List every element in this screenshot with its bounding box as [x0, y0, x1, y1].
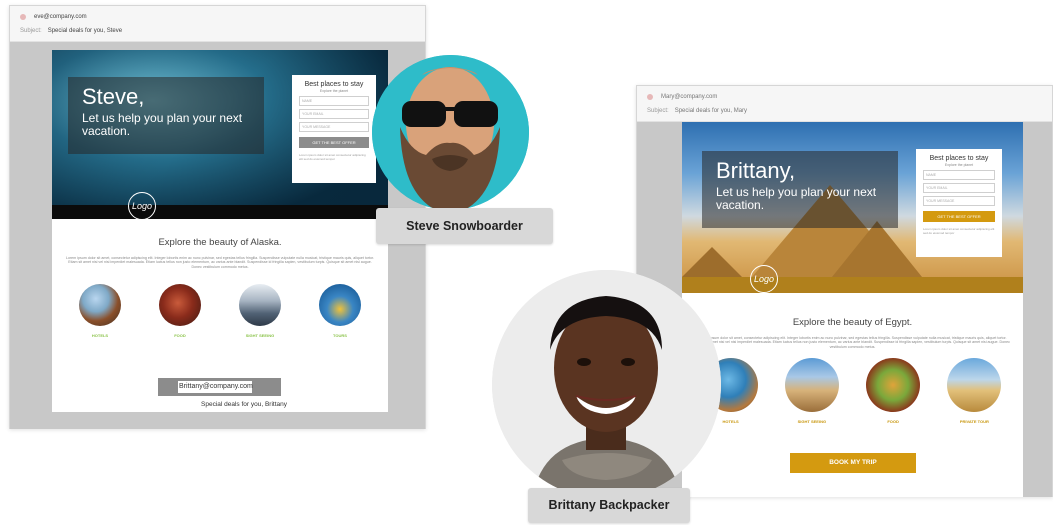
category-label: FOOD [174, 333, 186, 339]
category-label: PRIVATE TOUR [959, 419, 989, 425]
recipient-email-field[interactable]: Brittany@company.com [178, 381, 253, 393]
greeting-subtext: Let us help you plan your next vacation. [82, 111, 243, 138]
message-field[interactable]: YOUR MESSAGE [299, 122, 369, 132]
pyramid-shape [832, 221, 922, 277]
persona-label-brittany: Brittany Backpacker [528, 488, 690, 523]
category-row: HOTELS FOOD SIGHT SEEING TOURS [52, 284, 388, 338]
overlay-subject: Special deals for you, Brittany [201, 401, 287, 408]
avatar-brittany [492, 270, 721, 499]
book-my-trip-button[interactable]: BOOK MY TRIP [790, 453, 916, 473]
category-label: HOTELS [91, 333, 109, 339]
email-field[interactable]: YOUR EMAIL [299, 109, 369, 119]
brittany-portrait-icon [492, 270, 721, 499]
greeting-box: Brittany, Let us help you plan your next… [702, 151, 898, 228]
name-field[interactable]: NAME [299, 96, 369, 106]
sender-avatar-icon [647, 94, 653, 100]
hotels-photo [79, 284, 121, 327]
persona-label-steve: Steve Snowboarder [376, 208, 553, 244]
email-window-steve: eve@company.com Subject: Special deals f… [9, 5, 426, 429]
explore-heading: Explore the beauty of Egypt. [792, 317, 913, 328]
form-title: Best places to stay [929, 155, 989, 162]
food-photo [866, 358, 921, 413]
message-field[interactable]: YOUR MESSAGE [923, 196, 995, 206]
subject-line: Special deals for you, Mary [674, 108, 748, 114]
greeting-name: Steve, [82, 84, 145, 109]
name-field[interactable]: NAME [923, 170, 995, 180]
steve-portrait-icon [372, 55, 529, 210]
form-note: Lorem ipsum dolor sit amet consectetur a… [299, 153, 366, 161]
subject-key: Subject: [20, 28, 42, 34]
subject-line: Special deals for you, Steve [47, 28, 123, 34]
form-subtitle: Explore the planet [944, 163, 974, 167]
email-content: Brittany, Let us help you plan your next… [682, 122, 1023, 497]
email-header: Mary@company.com Subject: Special deals … [637, 86, 1052, 122]
travel-logo: Logo [128, 192, 156, 219]
get-offer-button[interactable]: GET THE BEST OFFER [299, 137, 369, 148]
greeting-subtext: Let us help you plan your next vacation. [716, 185, 877, 212]
body-paragraph: Lorem ipsum dolor sit amet, consectetur … [695, 336, 1010, 349]
category-private-tour[interactable]: PRIVATE TOUR [942, 358, 1006, 424]
form-note: Lorem ipsum dolor sit amet consectetur a… [923, 227, 995, 235]
avatar-steve [372, 55, 529, 210]
from-address: eve@company.com [34, 14, 87, 20]
email-header: eve@company.com Subject: Special deals f… [10, 6, 425, 42]
subject-key: Subject: [647, 108, 669, 114]
category-food[interactable]: FOOD [861, 358, 925, 424]
food-photo [159, 284, 201, 327]
hero-image-ice-cave: Steve, Let us help you plan your next va… [52, 50, 388, 219]
body-paragraph: Lorem ipsum dolor sit amet, consectetur … [65, 256, 375, 269]
signup-form: Best places to stay Explore the planet N… [916, 149, 1002, 257]
signup-form: Best places to stay Explore the planet N… [292, 75, 376, 183]
form-title: Best places to stay [304, 81, 364, 88]
recipient-email-bar: Brittany@company.com [158, 378, 281, 396]
private-tour-photo [947, 358, 1002, 413]
stage: eve@company.com Subject: Special deals f… [0, 0, 1053, 525]
category-row: HOTELS SIGHT SEEING FOOD PRIVATE TOUR [682, 358, 1023, 424]
from-address: Mary@company.com [661, 94, 718, 100]
greeting-box: Steve, Let us help you plan your next va… [68, 77, 264, 154]
explore-heading: Explore the beauty of Alaska. [158, 237, 282, 248]
pyramid-shape [682, 247, 742, 277]
tours-photo [319, 284, 361, 327]
email-field[interactable]: YOUR EMAIL [923, 183, 995, 193]
category-label: SIGHT SEEING [245, 333, 275, 339]
greeting-name: Brittany, [716, 158, 796, 183]
travel-logo: Logo [750, 265, 778, 293]
email-content: Steve, Let us help you plan your next va… [52, 50, 388, 412]
sightseeing-photo [784, 358, 839, 413]
category-label: TOURS [333, 333, 347, 339]
category-hotels[interactable]: HOTELS [68, 284, 132, 338]
category-label: HOTELS [722, 419, 739, 425]
sightseeing-photo [239, 284, 281, 327]
category-label: SIGHT SEEING [797, 419, 827, 425]
email-body-frame: Steve, Let us help you plan your next va… [10, 42, 425, 429]
category-sight-seeing[interactable]: SIGHT SEEING [228, 284, 292, 338]
form-subtitle: Explore the planet [319, 89, 349, 93]
hero-image-pyramids: Brittany, Let us help you plan your next… [682, 122, 1023, 293]
sender-avatar-icon [20, 14, 26, 20]
get-offer-button[interactable]: GET THE BEST OFFER [923, 211, 995, 222]
category-food[interactable]: FOOD [148, 284, 212, 338]
category-label: FOOD [887, 419, 899, 425]
category-sight-seeing[interactable]: SIGHT SEEING [780, 358, 844, 424]
category-tours[interactable]: TOURS [308, 284, 372, 338]
